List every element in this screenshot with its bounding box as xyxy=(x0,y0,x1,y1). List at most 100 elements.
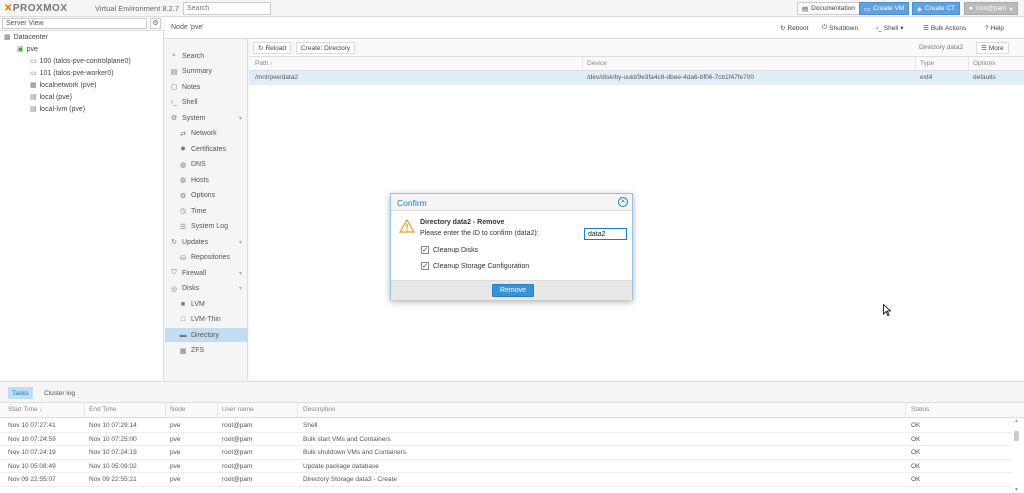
node-header: Node 'pve' ↻ Reboot ⏻ Shutdown ›_ Shell ▾ ☰ B… xyxy=(165,17,1024,39)
cleanup-storage-checkbox[interactable]: ✓ Cleanup Storage Configuration xyxy=(421,261,529,271)
menu-item-hosts[interactable]: ◍ Hosts xyxy=(165,173,248,187)
task-cell-desc: Bulk shutdown VMs and Containers xyxy=(303,449,406,456)
col-options[interactable]: Options xyxy=(973,60,995,67)
more-button[interactable]: ☰ More xyxy=(976,42,1009,54)
tree-item[interactable]: ▣ pve xyxy=(0,43,163,55)
tree-item[interactable]: ▦ Datacenter xyxy=(0,31,163,43)
tree-item-label: local (pve) xyxy=(39,93,72,101)
chevron-down-icon: ▾ xyxy=(900,25,904,32)
proxmox-logo[interactable]: ✕PROXMOX xyxy=(4,3,68,14)
server-view-select[interactable]: Server View xyxy=(2,18,147,29)
task-scrollbar[interactable]: ▲ ▼ xyxy=(1013,418,1021,493)
col-path[interactable]: Path ↑ xyxy=(255,60,273,67)
reboot-icon: ↻ xyxy=(780,25,786,32)
tab-tasks[interactable]: Tasks xyxy=(8,387,33,399)
col-end-time[interactable]: End Time xyxy=(89,406,116,413)
chevron-down-icon[interactable]: ▾ xyxy=(239,115,242,122)
menu-item-time[interactable]: ◷ Time xyxy=(165,204,248,218)
menu-item-certificates[interactable]: ✸ Certificates xyxy=(165,142,248,156)
create-ct-button[interactable]: ◈ Create CT xyxy=(912,2,960,15)
col-user[interactable]: User name xyxy=(222,406,254,413)
menu-item-repositories[interactable]: ⛁ Repositories xyxy=(165,251,248,265)
create-directory-button[interactable]: Create: Directory xyxy=(296,42,356,54)
tree-item-label: Datacenter xyxy=(13,33,48,41)
server-view-header: Server View ⚙ xyxy=(0,17,164,31)
menu-item-shell[interactable]: ›_ Shell xyxy=(165,96,248,110)
vm-icon: ▭ xyxy=(30,70,37,77)
menu-item-search[interactable]: ⌕ Search xyxy=(165,49,248,63)
tree-item[interactable]: ▭ 101 (talos-pve-worker0) xyxy=(0,67,163,79)
chevron-down-icon[interactable]: ▾ xyxy=(239,285,242,292)
shutdown-button[interactable]: ⏻ Shutdown xyxy=(819,22,861,34)
menu-item-directory[interactable]: ▬ Directory xyxy=(165,328,248,342)
tree-item[interactable]: ▤ local-lvm (pve) xyxy=(0,103,163,115)
vm-icon: ▭ xyxy=(30,58,37,65)
confirm-dialog: Confirm ✕ Directory data2 - Remove Pleas… xyxy=(390,193,633,300)
cell-type: ext4 xyxy=(920,74,933,81)
menu-item-lvm-thin[interactable]: □ LVM-Thin xyxy=(165,313,248,327)
scroll-up-icon[interactable]: ▲ xyxy=(1014,418,1019,424)
task-cell-desc: Directory Storage data3 - Create xyxy=(303,476,397,483)
scroll-thumb[interactable] xyxy=(1014,431,1019,441)
bulk-actions-button[interactable]: ☰ Bulk Actions xyxy=(920,22,969,34)
reload-button[interactable]: ↻ Reload xyxy=(253,42,292,54)
tree-item[interactable]: ▤ local (pve) xyxy=(0,91,163,103)
create-vm-button[interactable]: ▭ Create VM xyxy=(859,2,910,15)
menu-item-label: Shell xyxy=(182,99,198,106)
task-row[interactable]: Nov 10 07:24:59 Nov 10 07:25:00 pve root@pa… xyxy=(0,433,1012,446)
documentation-button[interactable]: ▤ Documentation xyxy=(797,2,860,15)
col-status[interactable]: Status xyxy=(911,406,929,413)
user-menu-button[interactable]: ● root@pam ▾ xyxy=(964,2,1018,15)
dialog-title: Confirm xyxy=(397,198,427,208)
menu-item-network[interactable]: ⇄ Network xyxy=(165,127,248,141)
col-type[interactable]: Type xyxy=(920,60,934,67)
task-row[interactable]: Nov 09 22:55:07 Nov 09 22:55:21 pve root@pa… xyxy=(0,473,1012,487)
gears-icon: ⚙ xyxy=(170,115,178,122)
cleanup-disks-checkbox[interactable]: ✓ Cleanup Disks xyxy=(421,245,478,255)
task-row[interactable]: Nov 10 07:24:19 Nov 10 07:24:19 pve root@pa… xyxy=(0,446,1012,460)
chevron-down-icon[interactable]: ▾ xyxy=(239,239,242,246)
col-start-time[interactable]: Start Time ↓ xyxy=(8,406,43,413)
help-button[interactable]: ? Help xyxy=(982,22,1007,34)
col-node[interactable]: Node xyxy=(170,406,186,413)
gear-icon[interactable]: ⚙ xyxy=(150,18,161,29)
task-row[interactable]: Nov 10 05:08:49 Nov 10 05:09:02 pve root@pa… xyxy=(0,460,1012,473)
node-menu: ⌕ Search ▤ Summary ▢ Notes ›_ Shell ⚙ System ▾ ⇄ Net… xyxy=(165,39,248,380)
menu-item-zfs[interactable]: ▦ ZFS xyxy=(165,344,248,358)
chevron-down-icon[interactable]: ▾ xyxy=(239,270,242,277)
close-icon[interactable]: ✕ xyxy=(618,197,628,207)
top-bar: ✕PROXMOX Virtual Environment 8.2.7 ▤Docu… xyxy=(0,0,1024,17)
menu-item-system[interactable]: ⚙ System ▾ xyxy=(165,111,248,125)
confirm-id-input[interactable] xyxy=(584,228,627,240)
notes-icon: ▢ xyxy=(170,84,178,91)
reboot-button[interactable]: ↻ Reboot xyxy=(777,22,811,34)
menu-item-updates[interactable]: ↻ Updates ▾ xyxy=(165,235,248,249)
scroll-down-icon[interactable]: ▼ xyxy=(1014,487,1019,493)
search-input[interactable] xyxy=(183,2,271,15)
task-cell-user: root@pam xyxy=(222,449,253,456)
menu-item-disks[interactable]: ◎ Disks ▾ xyxy=(165,282,248,296)
menu-item-options[interactable]: ⚙ Options xyxy=(165,189,248,203)
menu-item-dns[interactable]: ◍ DNS xyxy=(165,158,248,172)
square-icon: ■ xyxy=(180,300,186,308)
table-row[interactable]: /mnt/pve/data2 /dev/disk/by-uuid/9e3fa4c… xyxy=(249,71,1024,85)
col-device[interactable]: Device xyxy=(587,60,607,67)
tab-cluster-log[interactable]: Cluster log xyxy=(40,387,79,399)
remove-button[interactable]: Remove xyxy=(492,284,534,297)
menu-item-summary[interactable]: ▤ Summary xyxy=(165,65,248,79)
tree-item[interactable]: ▭ 100 (talos-pve-controlplane0) xyxy=(0,55,163,67)
menu-item-lvm[interactable]: ■ LVM xyxy=(165,297,248,311)
task-row[interactable]: Nov 10 07:27:41 Nov 10 07:29:14 pve root@pa… xyxy=(0,419,1012,433)
task-cell-user: root@pam xyxy=(222,435,253,443)
task-cell-node: pve xyxy=(170,462,181,470)
menu-item-firewall[interactable]: ⛉ Firewall ▾ xyxy=(165,266,248,280)
menu-item-notes[interactable]: ▢ Notes xyxy=(165,80,248,94)
mouse-cursor-icon xyxy=(883,303,892,319)
menu-item-label: Updates xyxy=(182,238,209,246)
menu-item-system-log[interactable]: ☰ System Log xyxy=(165,220,248,234)
tree-item[interactable]: ▦ localnetwork (pve) xyxy=(0,79,163,91)
col-description[interactable]: Description xyxy=(303,406,336,413)
task-tabs: Tasks Cluster log xyxy=(0,382,1024,403)
shell-button[interactable]: ›_ Shell ▾ xyxy=(873,22,907,34)
datacenter-icon: ▦ xyxy=(4,34,11,41)
